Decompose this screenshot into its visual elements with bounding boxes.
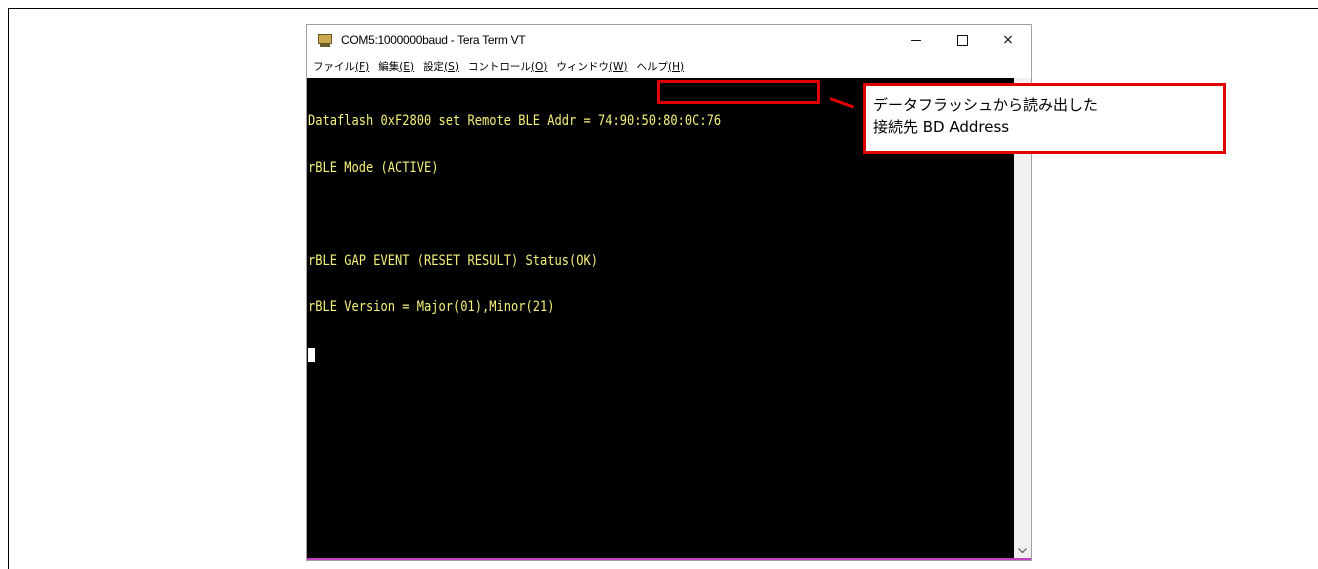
chevron-down-icon	[1018, 547, 1027, 553]
annotation-line-1: データフラッシュから読み出した	[873, 96, 1099, 114]
menu-window[interactable]: ウィンドウ(W)	[554, 59, 634, 74]
menu-edit[interactable]: 編集(E)	[376, 59, 421, 74]
menu-help[interactable]: ヘルプ(H)	[634, 59, 691, 74]
maximize-button[interactable]	[939, 25, 985, 55]
terminal-line: Dataflash 0xF2800 set Remote BLE Addr = …	[308, 113, 722, 129]
menu-bar: ファイル(F) 編集(E) 設定(S) コントロール(O) ウィンドウ(W) ヘ…	[307, 55, 1031, 77]
close-button[interactable]: ×	[985, 25, 1031, 55]
title-bar[interactable]: COM5:1000000baud - Tera Term VT ×	[307, 25, 1031, 55]
window-bottom-edge	[307, 558, 1031, 560]
terminal-line: rBLE GAP EVENT (RESET RESULT) Status(OK)	[308, 252, 598, 269]
annotation-line-2: 接続先 BD Address	[873, 118, 1010, 136]
minimize-icon	[911, 39, 921, 41]
scroll-down-button[interactable]	[1014, 542, 1031, 559]
window-controls: ×	[893, 25, 1031, 55]
address-highlight-box	[657, 80, 820, 104]
menu-setup[interactable]: 設定(S)	[421, 59, 466, 74]
minimize-button[interactable]	[893, 25, 939, 55]
tera-term-icon[interactable]	[317, 33, 333, 47]
terminal-cursor	[308, 347, 315, 362]
annotation-callout: データフラッシュから読み出した 接続先 BD Address	[863, 83, 1226, 154]
menu-file[interactable]: ファイル(F)	[311, 59, 376, 74]
window-title: COM5:1000000baud - Tera Term VT	[341, 33, 526, 47]
maximize-icon	[956, 34, 968, 46]
menu-control[interactable]: コントロール(O)	[466, 59, 554, 74]
terminal-line: rBLE Mode (ACTIVE)	[308, 159, 439, 176]
terminal-line: rBLE Version = Major(01),Minor(21)	[308, 299, 555, 315]
